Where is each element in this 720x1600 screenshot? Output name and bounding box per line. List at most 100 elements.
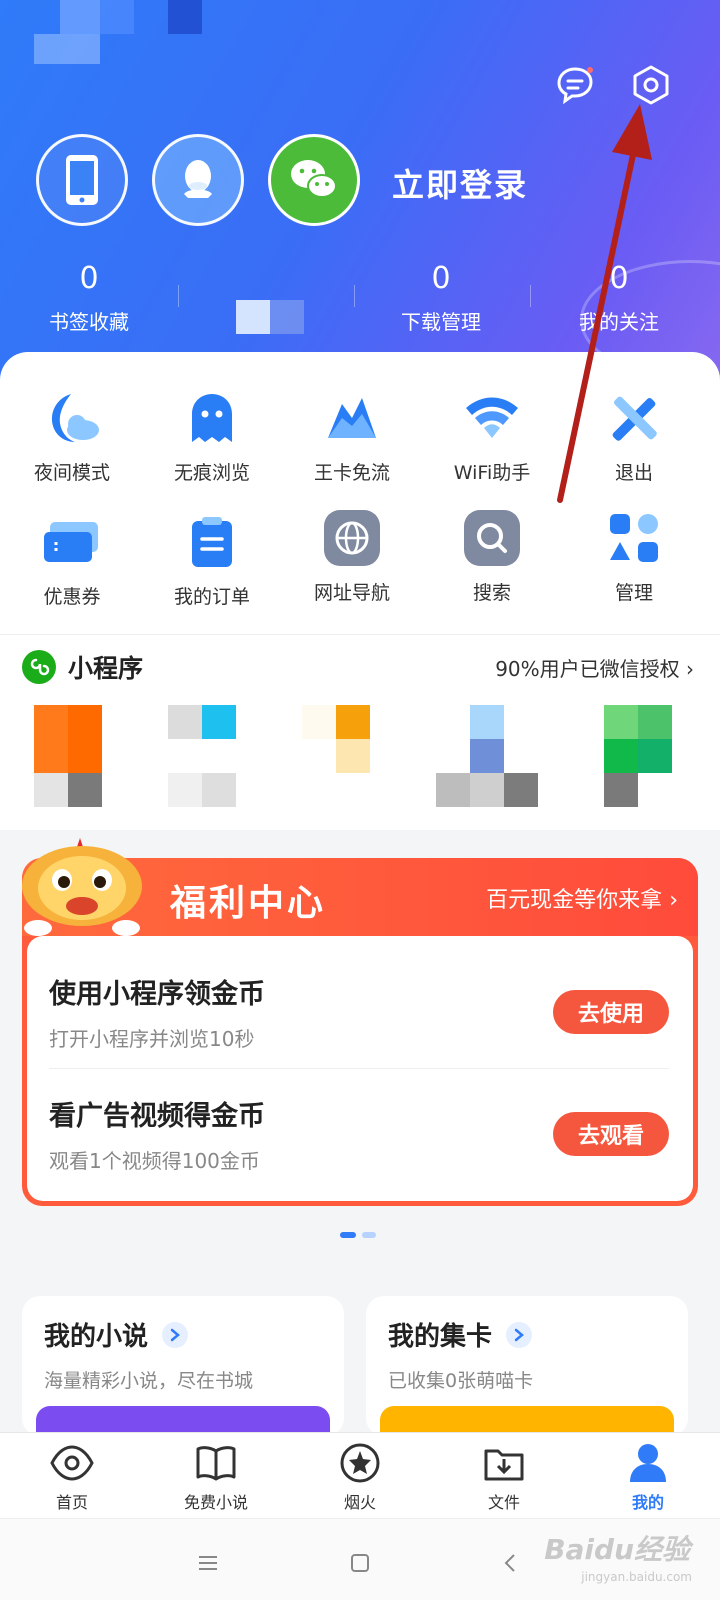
chevron-right-icon: [162, 1322, 188, 1348]
watermark-brand: Baidu经验: [544, 1533, 690, 1566]
lion-mascot-icon: [10, 836, 158, 936]
blurred-program-tile[interactable]: [68, 705, 102, 739]
promo-text: 百元现金等你来拿: [486, 888, 663, 913]
blurred-program-tile[interactable]: [302, 705, 336, 739]
watermark-url: jingyan.baidu.com: [581, 1570, 692, 1584]
blurred-program-tile[interactable]: [202, 705, 236, 739]
tool-night-mode[interactable]: 夜间模式: [2, 386, 142, 485]
wifi-icon: [460, 386, 524, 450]
blurred-program-tile[interactable]: [202, 773, 236, 807]
grid-manage-icon: [602, 506, 666, 570]
tool-wifi-assistant[interactable]: WiFi助手: [422, 386, 562, 485]
tools-grid: 夜间模式 无痕浏览 王卡免流 WiFi助手 退出 优惠券 我的订单 网址导航 搜…: [0, 352, 720, 634]
message-icon[interactable]: [552, 62, 598, 108]
qq-icon: [184, 160, 212, 198]
welfare-task-list: 使用小程序领金币 打开小程序并浏览10秒 去使用 看广告视频得金币 观看1个视频…: [27, 936, 693, 1201]
tool-my-orders[interactable]: 我的订单: [142, 510, 282, 609]
stat-label: 我的关注: [579, 310, 659, 334]
tab-label: 我的: [631, 1493, 664, 1512]
tool-incognito[interactable]: 无痕浏览: [142, 386, 282, 485]
home-square-icon[interactable]: [340, 1543, 380, 1583]
order-clipboard-icon: [180, 510, 244, 574]
card-subtitle: 海量精彩小说，尽在书城: [44, 1370, 254, 1392]
tool-manage[interactable]: 管理: [564, 506, 704, 605]
tab-files[interactable]: 文件: [432, 1441, 576, 1513]
downloads-stat[interactable]: 0 下载管理: [356, 262, 526, 335]
watch-button[interactable]: 去观看: [553, 1112, 669, 1156]
divider: [530, 285, 531, 307]
blurred-program-tile[interactable]: [336, 705, 370, 739]
ghost-icon: [180, 386, 244, 450]
phone-login-button[interactable]: [36, 134, 128, 226]
blurred-program-tile[interactable]: [168, 705, 202, 739]
bottom-tab-bar: 首页 免费小说 烟火 文件 我的: [0, 1432, 720, 1518]
card-subtitle: 已收集0张萌喵卡: [388, 1370, 534, 1392]
blurred-program-tile[interactable]: [34, 705, 68, 739]
tab-free-novels[interactable]: 免费小说: [144, 1441, 288, 1513]
blurred-pixel: [236, 300, 270, 334]
mini-programs-auth-link[interactable]: 90%用户已微信授权 ›: [495, 653, 694, 682]
blurred-program-tile[interactable]: [470, 773, 504, 807]
blurred-program-tile[interactable]: [470, 739, 504, 773]
tool-label: WiFi助手: [453, 462, 531, 484]
tool-url-navigation[interactable]: 网址导航: [282, 506, 422, 605]
task-item: 看广告视频得金币 观看1个视频得100金币 去观看: [49, 1094, 669, 1194]
tab-label: 首页: [55, 1493, 88, 1512]
blurred-pixel: [168, 0, 202, 34]
tool-coupons[interactable]: 优惠券: [2, 510, 142, 609]
blurred-program-tile[interactable]: [638, 705, 672, 739]
blurred-program-tile[interactable]: [604, 739, 638, 773]
qq-login-button[interactable]: [152, 134, 244, 226]
blurred-program-tile[interactable]: [336, 739, 370, 773]
blurred-pixel: [60, 0, 100, 34]
follows-stat[interactable]: 0 我的关注: [534, 262, 704, 335]
menu-icon[interactable]: [188, 1543, 228, 1583]
mini-programs-section: 小程序 90%用户已微信授权 ›: [0, 634, 720, 830]
blurred-pixel: [100, 0, 134, 34]
login-now-link[interactable]: 立即登录: [392, 160, 528, 206]
tab-fireworks[interactable]: 烟火: [288, 1441, 432, 1513]
card-title: 我的集卡: [388, 1322, 493, 1352]
eye-icon: [50, 1441, 94, 1485]
blurred-program-tile[interactable]: [34, 739, 68, 773]
tool-exit[interactable]: 退出: [564, 386, 704, 485]
use-button[interactable]: 去使用: [553, 990, 669, 1034]
chevron-right-icon: ›: [669, 888, 678, 913]
blurred-program-tile[interactable]: [638, 739, 672, 773]
blurred-program-tile[interactable]: [436, 773, 470, 807]
folder-download-icon: [482, 1441, 526, 1485]
blurred-program-tile[interactable]: [604, 773, 638, 807]
bookmarks-stat[interactable]: 0 书签收藏: [4, 262, 174, 335]
tool-king-card[interactable]: 王卡免流: [282, 386, 422, 485]
divider: [178, 285, 179, 307]
blurred-pixel: [270, 300, 304, 334]
blurred-program-tile[interactable]: [68, 773, 102, 807]
my-novels-card[interactable]: 我的小说 海量精彩小说，尽在书城: [22, 1296, 344, 1436]
blurred-program-tile[interactable]: [168, 773, 202, 807]
mini-program-logo-icon: [22, 650, 56, 684]
stat-value: 0: [431, 261, 451, 296]
stat-value: 0: [79, 261, 99, 296]
dot: [362, 1232, 376, 1238]
settings-icon[interactable]: [628, 62, 674, 108]
wechat-login-button[interactable]: [268, 134, 360, 226]
person-icon: [626, 1441, 670, 1485]
tool-search[interactable]: 搜索: [422, 506, 562, 605]
back-icon[interactable]: [490, 1543, 530, 1583]
tool-label: 无痕浏览: [173, 462, 250, 484]
blurred-program-tile[interactable]: [68, 739, 102, 773]
blurred-program-tile[interactable]: [504, 773, 538, 807]
tab-mine[interactable]: 我的: [576, 1441, 720, 1513]
blurred-program-tile[interactable]: [604, 705, 638, 739]
card-title: 我的小说: [44, 1322, 149, 1352]
blurred-pixel: [34, 34, 100, 64]
blurred-program-tile[interactable]: [470, 705, 504, 739]
auth-text: 90%用户已微信授权: [495, 657, 680, 681]
welfare-title: 福利中心: [170, 883, 327, 924]
tool-label: 网址导航: [313, 582, 390, 604]
welfare-promo-link[interactable]: 百元现金等你来拿 ›: [486, 882, 678, 914]
tool-label: 管理: [614, 582, 653, 604]
my-cards-card[interactable]: 我的集卡 已收集0张萌喵卡: [366, 1296, 688, 1436]
tab-home[interactable]: 首页: [0, 1441, 144, 1513]
blurred-program-tile[interactable]: [34, 773, 68, 807]
